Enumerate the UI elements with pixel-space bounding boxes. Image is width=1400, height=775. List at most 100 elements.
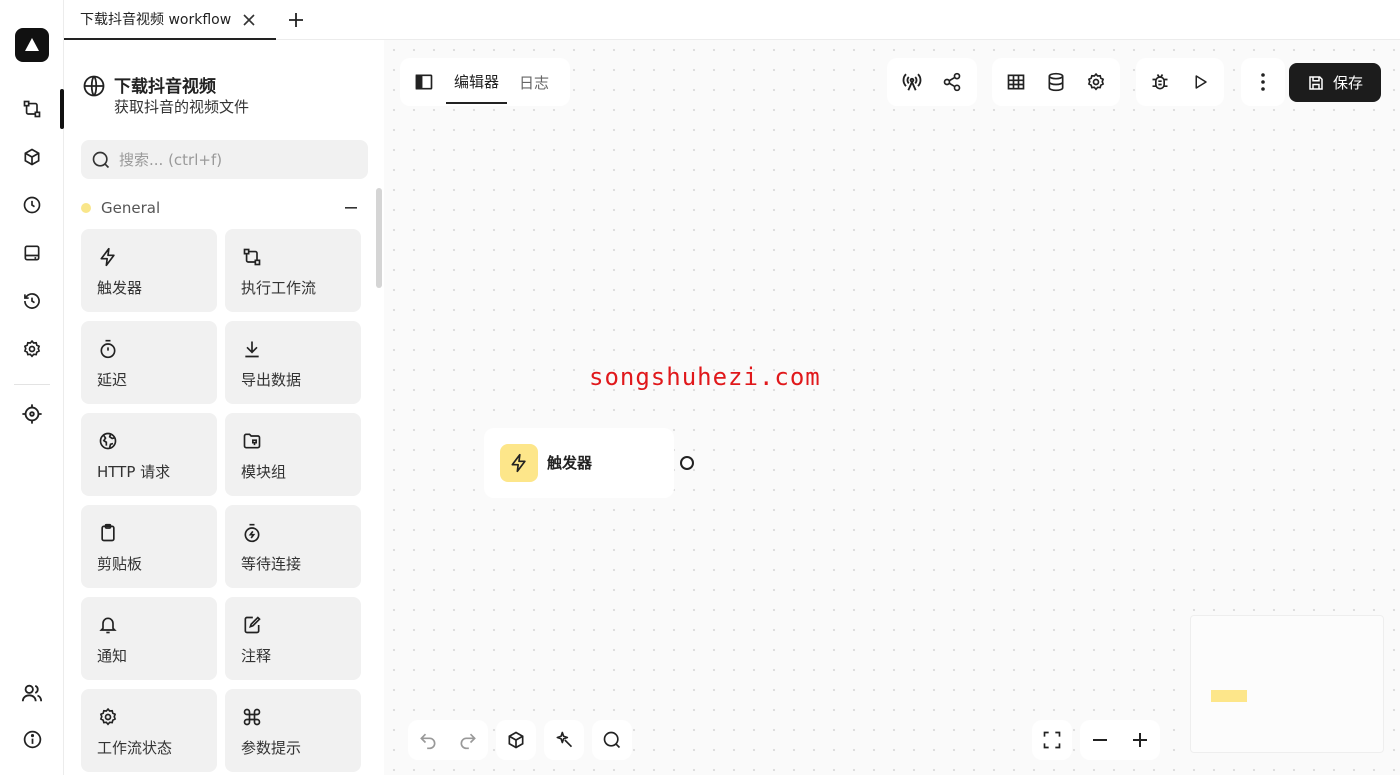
category-color-dot xyxy=(81,203,91,213)
block-label: 等待连接 xyxy=(241,555,302,573)
clipboard-icon xyxy=(97,522,119,544)
run-group xyxy=(1136,58,1224,106)
block-label: 导出数据 xyxy=(241,371,302,389)
globe-icon xyxy=(97,430,119,452)
lightning-icon xyxy=(500,444,538,482)
app-sidebar xyxy=(0,0,64,775)
category-name: General xyxy=(101,199,161,217)
block-note[interactable]: 注释 xyxy=(225,597,361,680)
block-panel: 下载抖音视频 获取抖音的视频文件 General 触发器 执行工作流 延迟 导出… xyxy=(64,40,384,775)
package-icon[interactable] xyxy=(496,720,536,760)
tab-editor[interactable]: 编辑器 xyxy=(446,60,508,104)
package-icon[interactable] xyxy=(16,141,48,173)
block-trigger[interactable]: 触发器 xyxy=(81,229,217,312)
bug-icon[interactable] xyxy=(1140,62,1180,102)
block-label: 模块组 xyxy=(241,463,287,481)
collapse-icon[interactable] xyxy=(341,198,361,218)
add-tab-icon[interactable] xyxy=(286,10,306,30)
table-icon[interactable] xyxy=(996,62,1036,102)
globe-icon xyxy=(82,74,106,98)
block-label: 通知 xyxy=(97,647,128,665)
workflow-settings-icon[interactable] xyxy=(1076,62,1116,102)
database-icon[interactable] xyxy=(1036,62,1076,102)
folder-icon xyxy=(241,430,263,452)
workflow-name: 下载抖音视频 xyxy=(114,77,216,97)
tab-logs[interactable]: 日志 xyxy=(511,60,557,104)
tab-bar: 下载抖音视频 workflow xyxy=(64,0,1400,40)
command-icon xyxy=(241,706,263,728)
block-workflow-state[interactable]: 工作流状态 xyxy=(81,689,217,772)
clock-icon[interactable] xyxy=(16,189,48,221)
crosshair-icon[interactable] xyxy=(16,398,48,430)
workflow-description: 获取抖音的视频文件 xyxy=(114,98,250,116)
node-label: 触发器 xyxy=(547,454,593,472)
bell-icon xyxy=(97,614,119,636)
save-icon xyxy=(1309,75,1323,90)
watermark-text: songshuhezi.com xyxy=(589,363,821,391)
rail-divider xyxy=(14,384,50,385)
magic-wand-icon[interactable] xyxy=(544,720,584,760)
editor-mode-group: 编辑器 日志 xyxy=(400,58,570,106)
save-button[interactable]: 保存 xyxy=(1289,63,1381,102)
block-clipboard[interactable]: 剪贴板 xyxy=(81,505,217,588)
share-icon[interactable] xyxy=(932,62,972,102)
users-icon[interactable] xyxy=(16,677,48,709)
redo-icon[interactable] xyxy=(448,720,488,760)
gear-icon xyxy=(97,706,119,728)
block-execute-workflow[interactable]: 执行工作流 xyxy=(225,229,361,312)
block-label: HTTP 请求 xyxy=(97,463,171,481)
lightning-icon xyxy=(97,246,119,268)
save-label: 保存 xyxy=(1332,74,1363,92)
play-icon[interactable] xyxy=(1180,62,1220,102)
workflow-canvas[interactable]: 编辑器 日志 保存 songshuhezi.com 触发器 xyxy=(384,40,1400,775)
toggle-sidebar-icon[interactable] xyxy=(406,62,442,102)
data-tools-group xyxy=(992,58,1120,106)
search-box xyxy=(81,140,368,179)
node-output-handle[interactable] xyxy=(680,456,694,470)
settings-icon[interactable] xyxy=(16,333,48,365)
minimap-node xyxy=(1211,690,1247,702)
zoom-out-icon[interactable] xyxy=(1080,720,1120,760)
storage-icon[interactable] xyxy=(16,237,48,269)
block-notification[interactable]: 通知 xyxy=(81,597,217,680)
undo-icon[interactable] xyxy=(408,720,448,760)
more-group xyxy=(1241,58,1285,106)
auto-arrange-group xyxy=(544,720,584,760)
more-vertical-icon[interactable] xyxy=(1243,62,1283,102)
block-label: 执行工作流 xyxy=(241,279,317,297)
block-label: 参数提示 xyxy=(241,739,302,757)
workflows-icon[interactable] xyxy=(16,93,48,125)
block-http-request[interactable]: HTTP 请求 xyxy=(81,413,217,496)
broadcast-icon[interactable] xyxy=(892,62,932,102)
trigger-share-group xyxy=(887,58,977,106)
fullscreen-icon[interactable] xyxy=(1032,720,1072,760)
history-group xyxy=(408,720,488,760)
package-group xyxy=(496,720,536,760)
block-export-data[interactable]: 导出数据 xyxy=(225,321,361,404)
trigger-node[interactable]: 触发器 xyxy=(484,428,674,498)
block-label: 工作流状态 xyxy=(97,739,173,757)
fullscreen-group xyxy=(1032,720,1072,760)
block-label: 剪贴板 xyxy=(97,555,143,573)
close-icon[interactable] xyxy=(240,11,258,29)
block-module-group[interactable]: 模块组 xyxy=(225,413,361,496)
block-label: 触发器 xyxy=(97,279,143,297)
block-label: 延迟 xyxy=(97,371,128,389)
timer-icon xyxy=(97,338,119,360)
workflow-icon xyxy=(241,246,263,268)
block-delay[interactable]: 延迟 xyxy=(81,321,217,404)
app-logo-icon[interactable] xyxy=(15,28,49,62)
note-icon xyxy=(241,614,263,636)
history-icon[interactable] xyxy=(16,285,48,317)
block-wait-connection[interactable]: 等待连接 xyxy=(225,505,361,588)
search-icon[interactable] xyxy=(592,720,632,760)
info-icon[interactable] xyxy=(16,723,48,755)
panel-scrollbar[interactable] xyxy=(376,188,382,288)
zoom-in-icon[interactable] xyxy=(1120,720,1160,760)
search-input[interactable] xyxy=(119,150,359,169)
zoom-group xyxy=(1080,720,1160,760)
canvas-search-group xyxy=(592,720,632,760)
category-general[interactable]: General xyxy=(81,198,361,218)
minimap[interactable] xyxy=(1190,615,1384,753)
block-parameter-prompt[interactable]: 参数提示 xyxy=(225,689,361,772)
